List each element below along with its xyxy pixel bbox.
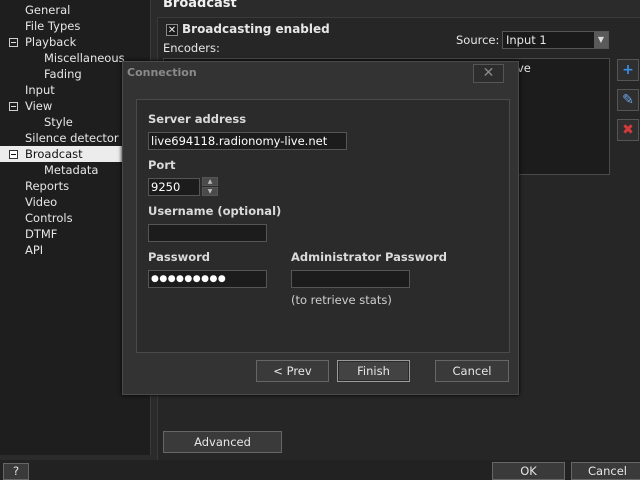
port-input[interactable]: 9250 (148, 178, 200, 196)
server-address-input[interactable]: live694118.radionomy-live.net (148, 132, 347, 150)
admin-password-input[interactable] (291, 270, 410, 288)
dialog-title: Connection (127, 66, 197, 79)
plus-icon: + (622, 62, 634, 78)
sidebar-item-label: DTMF (25, 227, 58, 241)
sidebar-item-label: View (25, 99, 53, 113)
advanced-button[interactable]: Advanced (163, 431, 282, 453)
sidebar-item-general[interactable]: General (0, 2, 150, 18)
chevron-down-icon[interactable]: ▼ (594, 32, 608, 48)
edit-icon: ✎ (622, 92, 634, 108)
sidebar-item-label: Miscellaneous (44, 51, 125, 65)
password-input[interactable]: ●●●●●●●●● (148, 270, 267, 288)
sidebar-item-file-types[interactable]: File Types (0, 18, 150, 34)
collapse-icon[interactable] (9, 102, 18, 111)
source-select[interactable]: Input 1 ▼ (502, 31, 609, 49)
connection-dialog: Connection ✕ Server address live694118.r… (122, 61, 519, 395)
dialog-cancel-button[interactable]: Cancel (435, 360, 509, 382)
broadcasting-enabled-checkbox[interactable]: ✕ (166, 24, 178, 36)
sidebar-item-label: Style (44, 115, 73, 129)
sidebar-item-label: Silence detector (25, 131, 119, 145)
delete-icon: ✖ (622, 122, 634, 138)
sidebar-item-label: Broadcast (25, 147, 83, 161)
sidebar-item-label: Video (25, 195, 58, 209)
port-decrement-button[interactable]: ▼ (202, 187, 218, 196)
sidebar-item-label: General (25, 3, 71, 17)
sidebar-item-label: Controls (25, 211, 73, 225)
sidebar-item-label: Reports (25, 179, 70, 193)
port-label: Port (148, 158, 176, 172)
edit-encoder-button[interactable]: ✎ (617, 89, 639, 111)
encoder-list-item-text: ve (517, 61, 531, 75)
ok-button[interactable]: OK (492, 462, 565, 480)
source-select-value: Input 1 (506, 33, 547, 47)
footer-cancel-button[interactable]: Cancel (571, 462, 640, 480)
sidebar-item-playback[interactable]: Playback (0, 34, 150, 50)
prev-button[interactable]: < Prev (256, 360, 329, 382)
page-title: Broadcast (163, 0, 237, 11)
username-label: Username (optional) (148, 204, 282, 218)
sidebar-item-label: Input (25, 83, 55, 97)
sidebar-item-label: API (25, 243, 44, 257)
admin-password-label: Administrator Password (291, 250, 448, 264)
admin-password-hint: (to retrieve stats) (291, 293, 392, 307)
plus-encoder-button[interactable]: + (617, 59, 639, 81)
server-address-label: Server address (148, 112, 247, 126)
close-icon[interactable]: ✕ (473, 64, 504, 83)
sidebar-item-label: Metadata (44, 163, 99, 177)
finish-button[interactable]: Finish (337, 360, 410, 382)
collapse-icon[interactable] (9, 150, 18, 159)
help-button[interactable]: ? (3, 463, 29, 480)
connection-form: Server address live694118.radionomy-live… (136, 99, 510, 353)
source-label: Source: (456, 33, 500, 47)
username-input[interactable] (148, 224, 267, 242)
collapse-icon[interactable] (9, 38, 18, 47)
sidebar-item-label: Playback (25, 35, 77, 49)
password-label: Password (148, 250, 210, 264)
sidebar-item-label: File Types (25, 19, 81, 33)
broadcasting-enabled-label: Broadcasting enabled (182, 22, 330, 36)
sidebar-item-label: Fading (44, 67, 82, 81)
port-increment-button[interactable]: ▲ (202, 177, 218, 186)
delete-encoder-button[interactable]: ✖ (617, 119, 639, 141)
encoders-label: Encoders: (163, 41, 220, 55)
